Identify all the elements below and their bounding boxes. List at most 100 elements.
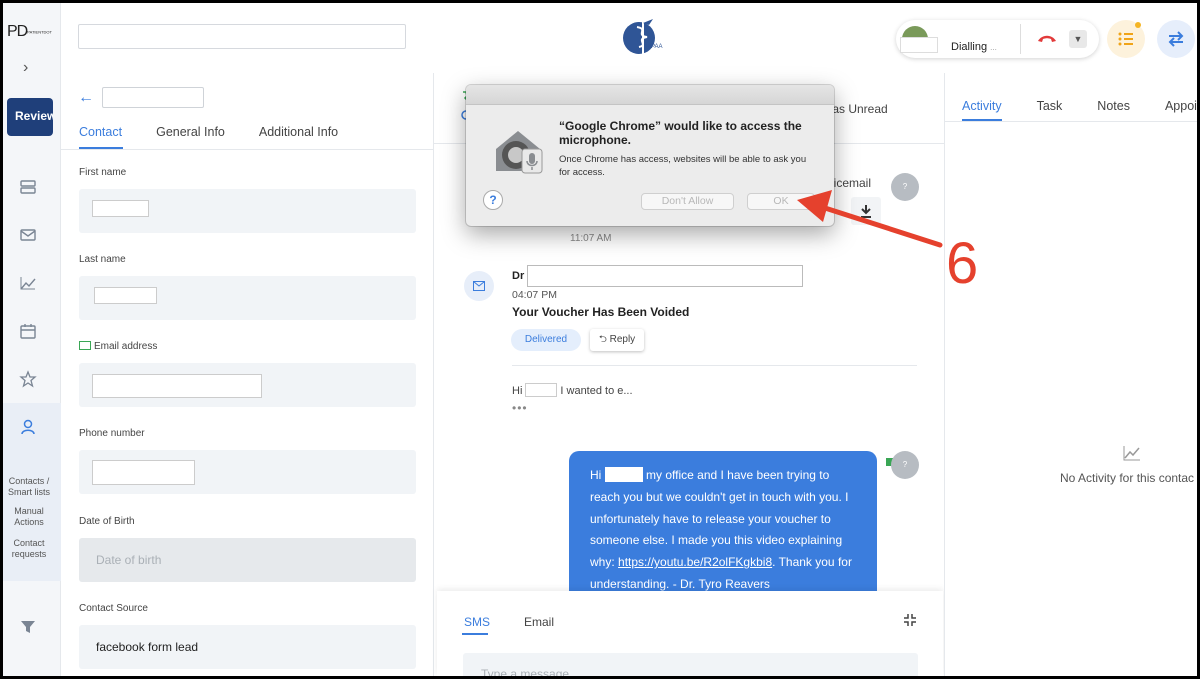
sender-redacted — [527, 265, 803, 287]
microphone-settings-icon — [496, 131, 543, 174]
dialog-titlebar — [466, 85, 834, 105]
call-widget: Dialling ... ▼ — [896, 20, 1099, 58]
hipaa-logo: HIPAA — [623, 19, 663, 55]
chart-icon[interactable] — [19, 274, 37, 292]
tab-contact[interactable]: Contact — [79, 125, 122, 149]
more-icon[interactable]: ••• — [512, 401, 528, 415]
filter-icon[interactable] — [19, 618, 37, 636]
status-badge: Delivered — [511, 329, 581, 351]
contact-panel: ← Contact General Info Additional Info F… — [61, 73, 434, 676]
list-icon — [1118, 32, 1133, 46]
contact-name-redacted — [102, 87, 204, 108]
video-link[interactable]: https://youtu.be/R2olFKgkbi8 — [618, 555, 772, 569]
svg-text:HIPAA: HIPAA — [645, 44, 663, 50]
caller-name-redacted — [900, 37, 938, 53]
redacted-value — [92, 460, 195, 485]
message-input[interactable]: Type a message — [463, 653, 918, 676]
dob-placeholder: Date of birth — [96, 553, 162, 567]
swap-button[interactable] — [1157, 20, 1195, 58]
timestamp: 04:07 PM — [512, 289, 557, 301]
contact-source-label: Contact Source — [79, 603, 148, 614]
tab-task[interactable]: Task — [1037, 99, 1063, 113]
activity-panel: Activity Task Notes Appoi No Activity fo… — [944, 73, 1197, 676]
notification-dot — [1135, 22, 1141, 28]
active-tab-underline — [462, 633, 488, 635]
call-status: Dialling ... — [951, 41, 997, 53]
tab-email[interactable]: Email — [524, 615, 554, 629]
redacted-name — [604, 467, 643, 482]
tab-additional-info[interactable]: Additional Info — [259, 125, 338, 149]
redacted-value — [94, 287, 157, 304]
tab-appointments[interactable]: Appoi — [1165, 99, 1197, 113]
left-nav-rail: PDPATIENTDOT › Review Contacts / Smart li… — [3, 3, 61, 676]
divider — [512, 365, 917, 366]
person-icon[interactable] — [19, 418, 37, 436]
redacted-value — [92, 200, 149, 217]
expand-chevron-icon[interactable]: › — [23, 59, 28, 77]
download-icon — [861, 205, 871, 218]
last-name-label: Last name — [79, 254, 126, 265]
app-logo: PDPATIENTDOT — [7, 23, 52, 40]
message-composer: SMS Email Type a message — [437, 591, 943, 676]
avatar: ? — [891, 451, 919, 479]
last-name-field[interactable] — [79, 276, 416, 320]
star-icon[interactable] — [19, 370, 37, 388]
hang-up-icon[interactable] — [1036, 32, 1058, 44]
active-tab-underline — [79, 147, 123, 149]
chevron-down-icon[interactable]: ▼ — [1069, 30, 1087, 48]
reply-button[interactable]: ⮌ Reply — [590, 329, 644, 351]
divider — [1020, 24, 1021, 54]
nav-manual-actions[interactable]: Manual Actions — [3, 506, 55, 528]
ok-button[interactable]: OK — [747, 193, 815, 210]
dob-label: Date of Birth — [79, 516, 135, 527]
tab-notes[interactable]: Notes — [1097, 99, 1130, 113]
nav-contact-requests[interactable]: Contact requests — [3, 538, 55, 560]
collapse-icon[interactable] — [903, 613, 917, 627]
envelope-icon — [473, 281, 485, 291]
tab-general-info[interactable]: General Info — [156, 125, 225, 149]
first-name-label: First name — [79, 167, 127, 178]
phone-field[interactable] — [79, 450, 416, 494]
reply-icon: ⮌ — [598, 334, 607, 345]
avatar: ? — [891, 173, 919, 201]
swap-arrows-icon — [1168, 31, 1184, 47]
contact-source-value: facebook form lead — [96, 640, 199, 654]
task-list-button[interactable] — [1107, 20, 1145, 58]
email-verified-icon — [79, 341, 91, 350]
top-bar: HIPAA Dialling ... ▼ — [61, 3, 1197, 73]
contact-tabs: Contact General Info Additional Info — [79, 125, 338, 149]
contact-source-field[interactable]: facebook form lead — [79, 625, 416, 669]
first-name-field[interactable] — [79, 189, 416, 233]
nav-contacts-smart-lists[interactable]: Contacts / Smart lists — [3, 476, 55, 498]
activity-chart-icon — [1123, 446, 1140, 461]
email-sender: Dr — [512, 270, 525, 282]
tab-sms[interactable]: SMS — [464, 615, 490, 629]
review-button[interactable]: Review — [7, 98, 53, 136]
active-tab-underline — [962, 119, 1002, 121]
tab-activity[interactable]: Activity — [962, 99, 1002, 113]
email-subject: Your Voucher Has Been Voided — [512, 305, 690, 319]
email-message-icon — [464, 271, 494, 301]
dob-field[interactable]: Date of birth — [79, 538, 416, 582]
dialog-title: “Google Chrome” would like to access the… — [559, 119, 802, 147]
divider — [945, 121, 1197, 122]
back-arrow-icon[interactable]: ← — [78, 89, 94, 107]
activity-tabs: Activity Task Notes Appoi — [962, 99, 1197, 113]
global-search-input[interactable] — [78, 24, 406, 49]
calendar-icon[interactable] — [19, 322, 37, 340]
email-field[interactable] — [79, 363, 416, 407]
phone-label: Phone number — [79, 428, 145, 439]
divider — [61, 149, 434, 150]
timestamp: 11:07 AM — [570, 233, 612, 244]
email-label: Email address — [79, 341, 157, 352]
email-preview[interactable]: Hi I wanted to e... — [512, 383, 633, 397]
step-number: 6 — [946, 231, 979, 296]
download-button[interactable] — [851, 197, 881, 225]
sms-message-bubble: Hi my office and I have been trying to r… — [569, 451, 877, 591]
dialog-message: Once Chrome has access, websites will be… — [559, 154, 807, 178]
layers-icon[interactable] — [19, 178, 37, 196]
help-button[interactable]: ? — [483, 190, 503, 210]
empty-activity-text: No Activity for this contac — [1060, 471, 1195, 485]
dont-allow-button[interactable]: Don't Allow — [641, 193, 734, 210]
mail-icon[interactable] — [19, 226, 37, 244]
